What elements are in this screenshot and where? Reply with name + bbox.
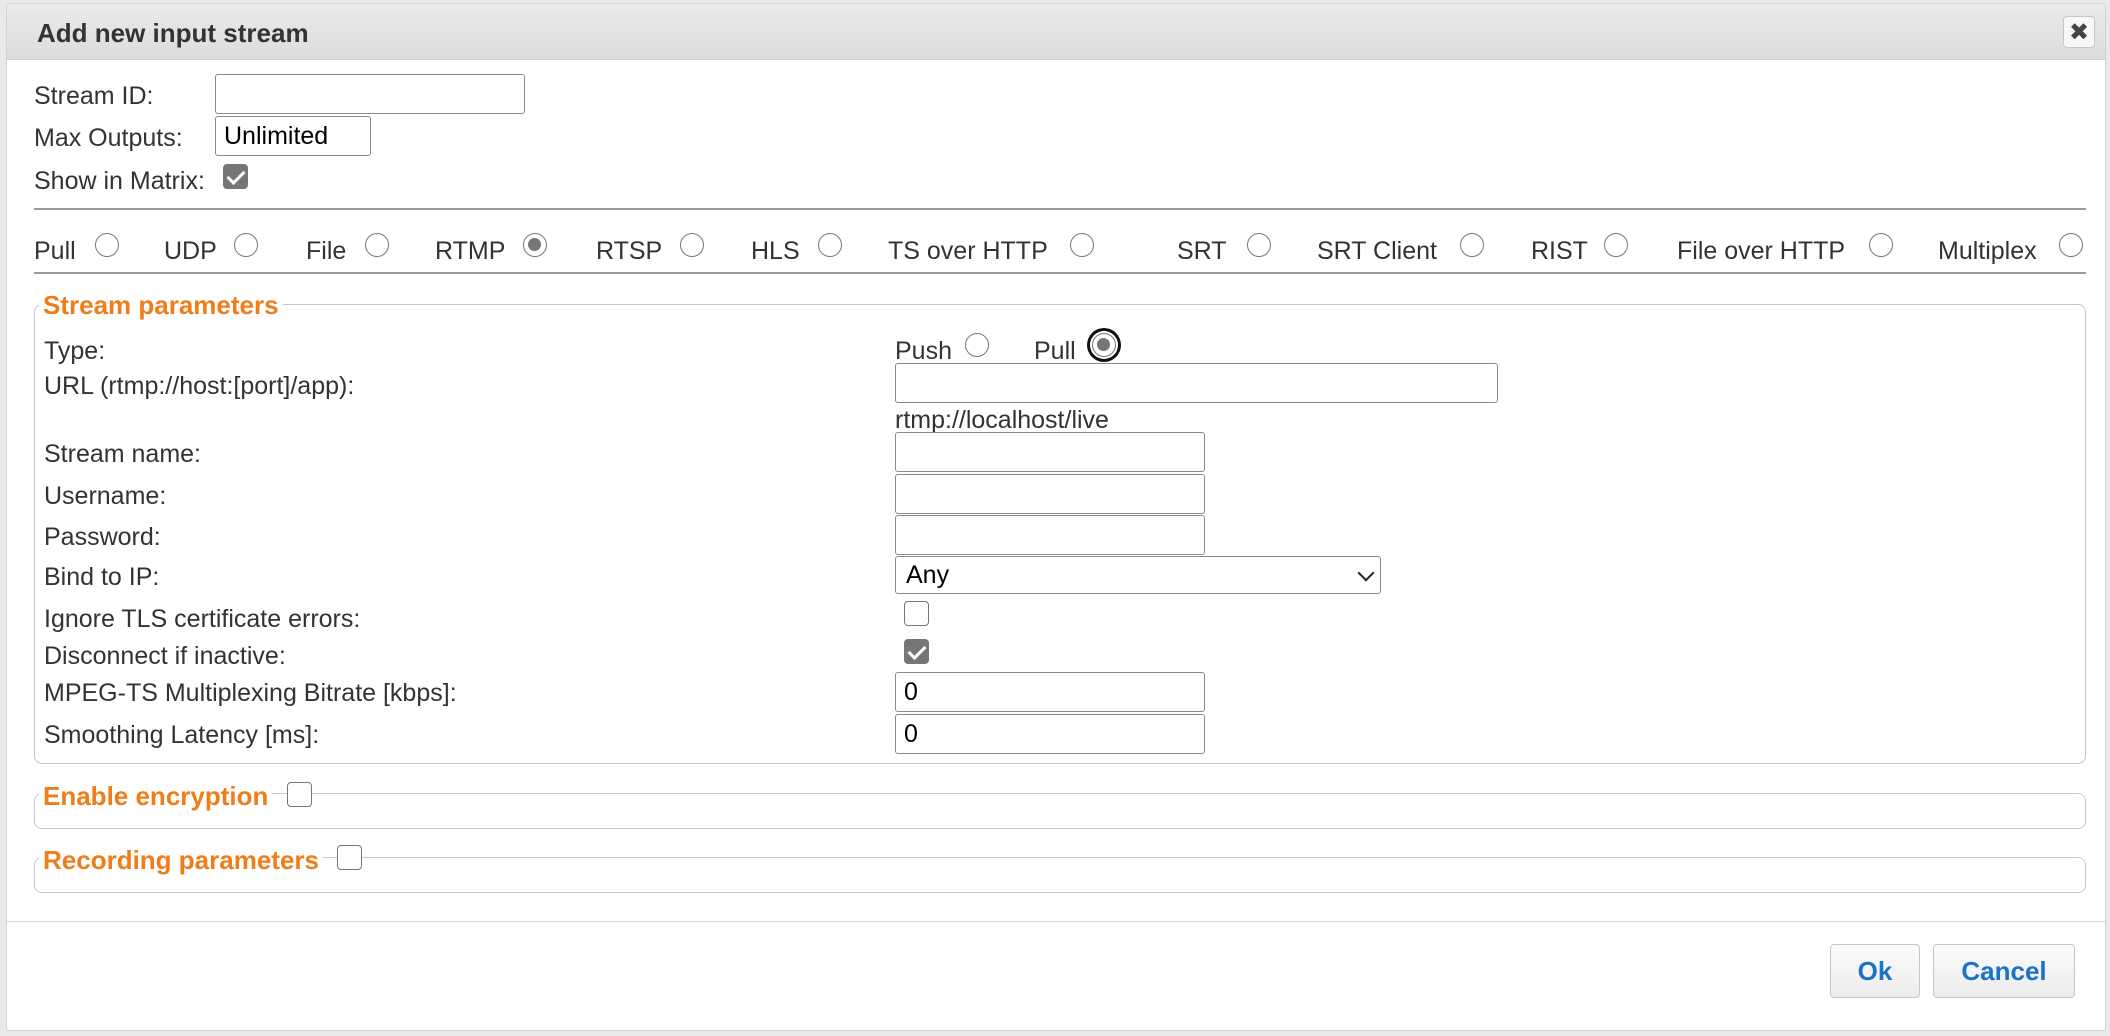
bind-ip-label: Bind to IP:: [44, 563, 160, 591]
stream-type-label-file: File: [306, 237, 347, 265]
disconnect-inactive-checkbox[interactable]: [904, 639, 929, 664]
stream-type-radio-rtsp[interactable]: [680, 233, 704, 257]
stream-name-input[interactable]: [895, 432, 1205, 472]
url-label: URL (rtmp://host:[port]/app):: [44, 372, 355, 400]
recording-legend: Recording parameters: [39, 845, 323, 876]
dialog-titlebar[interactable]: Add new input stream ✖: [7, 4, 2105, 60]
stream-type-radio-hls[interactable]: [818, 233, 842, 257]
stream-type-radio-file[interactable]: [365, 233, 389, 257]
stream-type-label-ts-over-http: TS over HTTP: [888, 237, 1048, 265]
type-push-radio[interactable]: [965, 333, 989, 357]
bind-ip-select[interactable]: Any: [895, 556, 1381, 594]
url-input[interactable]: [895, 363, 1498, 403]
stream-type-label-pull: Pull: [34, 237, 76, 265]
stream-type-label-udp: UDP: [164, 237, 217, 265]
stream-type-label-rist: RIST: [1531, 237, 1588, 265]
recording-checkbox[interactable]: [337, 845, 362, 870]
type-pull-radio[interactable]: [1092, 333, 1116, 357]
username-input[interactable]: [895, 474, 1205, 514]
password-label: Password:: [44, 523, 161, 551]
password-input[interactable]: [895, 515, 1205, 555]
stream-type-radio-file-over-http[interactable]: [1869, 233, 1893, 257]
ignore-tls-label: Ignore TLS certificate errors:: [44, 605, 361, 633]
disconnect-inactive-label: Disconnect if inactive:: [44, 642, 286, 670]
cancel-button[interactable]: Cancel: [1933, 944, 2075, 998]
add-input-stream-dialog: Add new input stream ✖ Stream ID: Max Ou…: [6, 3, 2106, 1031]
stream-type-radio-srt[interactable]: [1247, 233, 1271, 257]
stream-type-label-file-over-http: File over HTTP: [1677, 237, 1846, 265]
divider-top: [34, 208, 2086, 210]
stream-id-label: Stream ID:: [34, 82, 154, 110]
stream-id-input[interactable]: [215, 74, 525, 114]
max-outputs-label: Max Outputs:: [34, 124, 183, 152]
ok-button[interactable]: Ok: [1830, 944, 1920, 998]
mpegts-bitrate-label: MPEG-TS Multiplexing Bitrate [kbps]:: [44, 679, 457, 707]
max-outputs-input[interactable]: [215, 116, 371, 156]
close-button[interactable]: ✖: [2063, 16, 2095, 48]
stream-type-label-hls: HLS: [751, 237, 800, 265]
stream-type-radio-srt-client[interactable]: [1460, 233, 1484, 257]
stream-type-label-rtmp: RTMP: [435, 237, 506, 265]
type-pull-label: Pull: [1034, 337, 1076, 365]
ignore-tls-checkbox[interactable]: [904, 601, 929, 626]
stream-type-label-multiplex: Multiplex: [1938, 237, 2037, 265]
stream-name-label: Stream name:: [44, 440, 202, 468]
stream-type-radio-pull[interactable]: [95, 233, 119, 257]
stream-parameters-legend: Stream parameters: [39, 290, 283, 321]
bind-ip-value: Any: [906, 561, 950, 589]
show-in-matrix-label: Show in Matrix:: [34, 167, 205, 195]
encryption-fieldset: [34, 793, 2086, 829]
encryption-legend: Enable encryption: [39, 781, 273, 812]
dialog-title: Add new input stream: [37, 18, 309, 48]
divider-bottom: [34, 272, 2086, 274]
url-hint: rtmp://localhost/live: [895, 406, 1109, 434]
show-in-matrix-checkbox[interactable]: [223, 164, 248, 189]
stream-type-label-srt: SRT: [1177, 237, 1227, 265]
mpegts-bitrate-input[interactable]: [895, 672, 1205, 712]
footer-divider: [7, 921, 2105, 922]
smoothing-latency-input[interactable]: [895, 714, 1205, 754]
stream-type-radio-ts-over-http[interactable]: [1070, 233, 1094, 257]
stream-type-radio-udp[interactable]: [234, 233, 258, 257]
type-push-label: Push: [895, 337, 952, 365]
chevron-down-icon: [1357, 564, 1375, 582]
encryption-checkbox[interactable]: [287, 782, 312, 807]
stream-type-label-rtsp: RTSP: [596, 237, 663, 265]
stream-type-radio-rist[interactable]: [1604, 233, 1628, 257]
stream-type-radio-rtmp[interactable]: [523, 233, 547, 257]
close-icon: ✖: [2068, 18, 2090, 46]
smoothing-latency-label: Smoothing Latency [ms]:: [44, 721, 320, 749]
type-label: Type:: [44, 337, 106, 365]
stream-type-label-srt-client: SRT Client: [1317, 237, 1437, 265]
username-label: Username:: [44, 482, 167, 510]
stream-type-radio-multiplex[interactable]: [2059, 233, 2083, 257]
